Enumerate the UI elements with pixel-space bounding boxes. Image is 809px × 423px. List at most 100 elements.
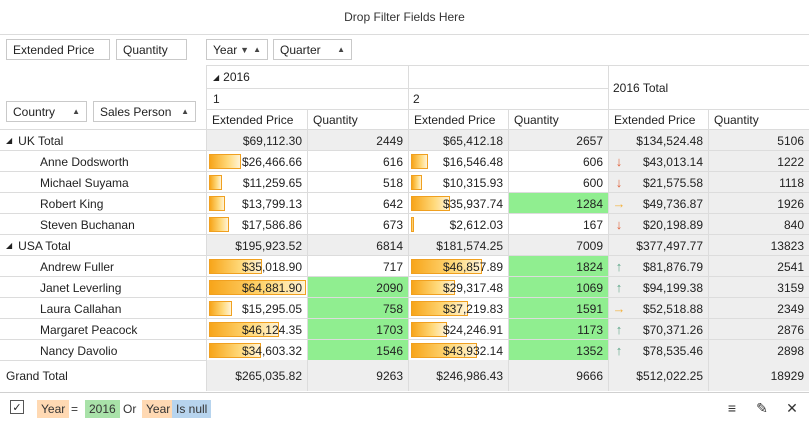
data-cell[interactable]: 1069 [508, 277, 608, 298]
data-cell[interactable]: $10,315.93 [408, 172, 508, 193]
data-cell[interactable]: 6814 [307, 235, 408, 256]
data-cell[interactable]: $181,574.25 [408, 235, 508, 256]
collapse-icon[interactable]: ◢ [213, 73, 219, 82]
filter-field-token[interactable]: Year [142, 400, 175, 418]
data-cell[interactable]: → $52,518.88 [608, 298, 708, 319]
data-cell[interactable]: $35,937.74 [408, 193, 508, 214]
data-cell[interactable]: 2090 [307, 277, 408, 298]
measure-header-extended-price[interactable]: Extended Price [408, 110, 508, 129]
filter-value-token[interactable]: 2016 [85, 400, 120, 418]
column-header-quarter-2[interactable]: 2 [408, 89, 606, 109]
grand-total-cell[interactable]: 9263 [307, 360, 408, 391]
grand-total-cell[interactable]: $265,035.82 [206, 360, 307, 391]
data-cell[interactable]: $11,259.65 [206, 172, 307, 193]
sort-ascending-icon[interactable]: ▲ [337, 45, 345, 54]
data-cell[interactable]: ↑ $94,199.38 [608, 277, 708, 298]
data-cell[interactable]: 606 [508, 151, 608, 172]
data-field-extended-price[interactable]: Extended Price [6, 39, 110, 60]
data-cell[interactable]: 840 [708, 214, 809, 235]
filter-icon[interactable]: ▼ [240, 45, 249, 55]
data-cell[interactable]: 518 [307, 172, 408, 193]
row-header-sales-person[interactable]: Janet Leverling [0, 277, 206, 298]
data-cell[interactable]: 1703 [307, 319, 408, 340]
sort-ascending-icon[interactable]: ▲ [72, 107, 80, 116]
row-header-sales-person[interactable]: Andrew Fuller [0, 256, 206, 277]
measure-header-quantity[interactable]: Quantity [307, 110, 408, 129]
row-header-sales-person[interactable]: Robert King [0, 193, 206, 214]
data-cell[interactable]: $13,799.13 [206, 193, 307, 214]
data-cell[interactable]: $43,932.14 [408, 340, 508, 361]
edit-filter-icon[interactable]: ✎ [753, 399, 771, 417]
column-field-quarter[interactable]: Quarter ▲ [273, 39, 352, 60]
data-cell[interactable]: ↑ $78,535.46 [608, 340, 708, 361]
data-cell[interactable]: 2541 [708, 256, 809, 277]
data-cell[interactable]: 7009 [508, 235, 608, 256]
row-field-sales-person[interactable]: Sales Person ▲ [93, 101, 196, 122]
row-header-sales-person[interactable]: Steven Buchanan [0, 214, 206, 235]
data-cell[interactable]: $195,923.52 [206, 235, 307, 256]
measure-header-quantity[interactable]: Quantity [708, 110, 809, 129]
data-cell[interactable]: 3159 [708, 277, 809, 298]
row-header-country[interactable]: ◢ USA Total [0, 235, 206, 256]
data-cell[interactable]: 1118 [708, 172, 809, 193]
row-header-sales-person[interactable]: Nancy Davolio [0, 340, 206, 361]
data-cell[interactable]: 1284 [508, 193, 608, 214]
data-cell[interactable]: $17,586.86 [206, 214, 307, 235]
filter-menu-icon[interactable]: ≡ [723, 399, 741, 417]
filter-operator-token[interactable]: = [67, 400, 82, 418]
row-field-country[interactable]: Country ▲ [6, 101, 87, 122]
data-cell[interactable]: → $49,736.87 [608, 193, 708, 214]
data-cell[interactable]: $69,112.30 [206, 130, 307, 151]
row-header-country[interactable]: ◢ UK Total [0, 130, 206, 151]
clear-filter-icon[interactable]: ✕ [783, 399, 801, 417]
data-cell[interactable]: ↑ $81,876.79 [608, 256, 708, 277]
grand-total-cell[interactable]: $512,022.25 [608, 360, 708, 391]
data-cell[interactable]: 1824 [508, 256, 608, 277]
filter-enabled-checkbox[interactable]: ✓ [10, 400, 24, 414]
data-cell[interactable]: 2657 [508, 130, 608, 151]
data-cell[interactable]: $29,317.48 [408, 277, 508, 298]
row-header-sales-person[interactable]: Laura Callahan [0, 298, 206, 319]
data-cell[interactable]: ↓ $43,013.14 [608, 151, 708, 172]
data-cell[interactable]: 2876 [708, 319, 809, 340]
data-cell[interactable]: 2349 [708, 298, 809, 319]
data-cell[interactable]: 1352 [508, 340, 608, 361]
row-header-sales-person[interactable]: Anne Dodsworth [0, 151, 206, 172]
measure-header-quantity[interactable]: Quantity [508, 110, 608, 129]
data-cell[interactable]: $65,412.18 [408, 130, 508, 151]
data-cell[interactable]: $24,246.91 [408, 319, 508, 340]
data-cell[interactable]: $46,857.89 [408, 256, 508, 277]
data-cell[interactable]: $26,466.66 [206, 151, 307, 172]
data-cell[interactable]: $134,524.48 [608, 130, 708, 151]
data-cell[interactable]: 13823 [708, 235, 809, 256]
collapse-icon[interactable]: ◢ [6, 241, 12, 250]
column-header-year[interactable]: ◢ 2016 [208, 66, 606, 88]
data-cell[interactable]: $64,881.90 [206, 277, 307, 298]
data-cell[interactable]: 1546 [307, 340, 408, 361]
data-cell[interactable]: 642 [307, 193, 408, 214]
data-cell[interactable]: $16,546.48 [408, 151, 508, 172]
data-cell[interactable]: 1173 [508, 319, 608, 340]
data-cell[interactable]: 1591 [508, 298, 608, 319]
column-header-quarter-1[interactable]: 1 [208, 89, 406, 109]
filter-group-operator[interactable]: Or [119, 400, 140, 418]
row-header-sales-person[interactable]: Michael Suyama [0, 172, 206, 193]
measure-header-extended-price[interactable]: Extended Price [608, 110, 708, 129]
grand-total-cell[interactable]: 9666 [508, 360, 608, 391]
data-cell[interactable]: $37,219.83 [408, 298, 508, 319]
data-cell[interactable]: $35,018.90 [206, 256, 307, 277]
grand-total-cell[interactable]: $246,986.43 [408, 360, 508, 391]
data-cell[interactable]: ↑ $70,371.26 [608, 319, 708, 340]
filter-null-token[interactable]: Is null [172, 400, 212, 418]
column-header-total[interactable]: 2016 Total [608, 66, 809, 109]
data-cell[interactable]: ↓ $21,575.58 [608, 172, 708, 193]
data-cell[interactable]: 2898 [708, 340, 809, 361]
measure-header-extended-price[interactable]: Extended Price [206, 110, 307, 129]
data-cell[interactable]: 5106 [708, 130, 809, 151]
data-cell[interactable]: $15,295.05 [206, 298, 307, 319]
sort-ascending-icon[interactable]: ▲ [181, 107, 189, 116]
column-field-year[interactable]: Year ▼ ▲ [206, 39, 268, 60]
grand-total-cell[interactable]: 18929 [708, 360, 809, 391]
row-header-sales-person[interactable]: Margaret Peacock [0, 319, 206, 340]
data-cell[interactable]: ↓ $20,198.89 [608, 214, 708, 235]
